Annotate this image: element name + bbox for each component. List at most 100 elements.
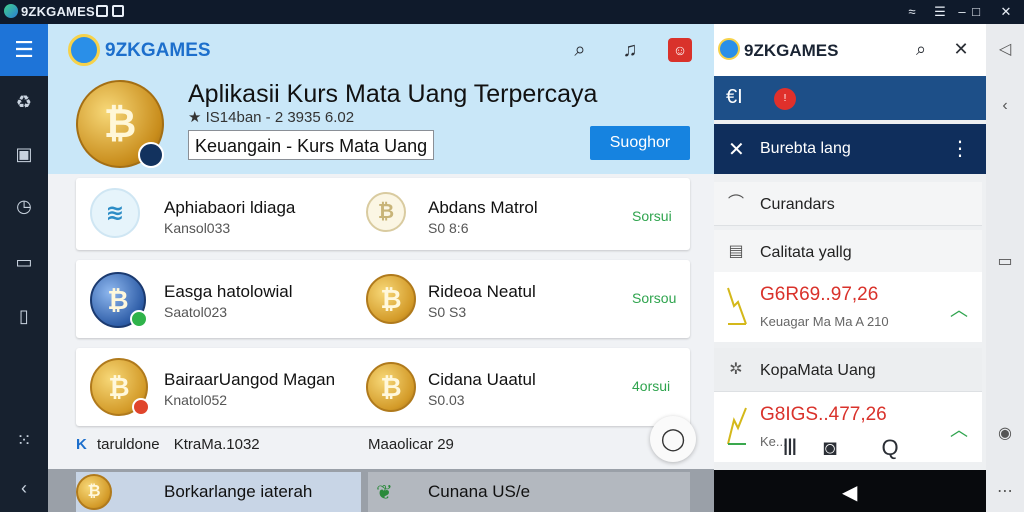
status-dot-icon [132,398,150,416]
soft-keys: Ⅲ ◙ Q [774,432,934,464]
dots-icon[interactable]: ⁙ [12,428,36,452]
row-label: Calitata yallg [760,244,852,261]
list-item[interactable]: ≋ Aphiabaori ldiaga Kansol033 ₿ Abdans M… [76,178,690,250]
item-sub: Knatol052 [164,392,228,408]
fish-icon: ≋ [90,188,140,238]
bottom-tab[interactable]: ❦ Cunana US/e [368,472,690,512]
rate-card[interactable]: G6R69..97,26 Keuagar Ma Ma A 210 ︿ [714,272,982,342]
left-rail: ☰ ♻ ▣ ◷ ▭ ▯ ⁙ ‹ [0,24,48,512]
brand-logo-icon [718,38,740,60]
document-icon[interactable]: ▣ [12,142,36,166]
item-title: Rideoa Neatul [428,282,536,301]
logo-icon [4,4,18,18]
loose-row: K taruldone KtraMa.1032 Maaolicar 29 [76,436,454,453]
rate-sub: Keuagar Ma Ma A 210 [760,314,889,329]
close-icon[interactable]: ✕ [996,2,1016,22]
lock-icon[interactable] [96,5,108,17]
app-coin-icon: ₿ [76,80,164,168]
list-item[interactable]: ₿ BairaarUangod Magan Knatol052 ₿ Cidana… [76,348,690,426]
close-icon[interactable]: ✕ [950,38,972,60]
item-sub: S0.03 [428,392,465,408]
bitcoin-icon: ₿ [366,362,416,412]
right-rail: ◁ ‹ ▭ ◉ ⋯ [986,24,1024,512]
bitcoin-icon: ₿ [76,474,112,510]
more-icon[interactable]: ⋮ [950,136,970,161]
row-label: KopaMata Uang [760,362,876,379]
brand-logo-icon [68,34,100,66]
nav-title: Burebta lang [760,140,851,157]
square-icon[interactable]: ▭ [12,250,36,274]
item-title: Abdans Matrol [428,198,538,217]
item-sub: S0 S3 [428,304,467,320]
app-badge-icon [138,142,164,168]
item-sub: S0 8:6 [428,220,469,236]
install-button[interactable]: Suoghor [590,126,690,160]
bottom-tab-label: Borkarlange iaterah [164,482,313,501]
app-header: 9ZKGAMES ⌕ ♫ ☺ ₿ Aplikasii Kurs Mata Uan… [48,24,714,174]
back-icon[interactable]: ◀ [842,480,857,505]
app-title: Aplikasii Kurs Mata Uang Terpercaya [188,80,598,108]
fab-button[interactable]: ◯ [650,416,696,462]
alert-badge[interactable]: ! [774,88,796,110]
menu-icon[interactable]: ☰ [0,24,48,76]
title-bar: 9ZKGAMES ≈ ☰ – □ ✕ [0,0,1024,24]
euro-icon: €I [726,86,743,108]
app-meta: ★ IS14ban - 2 3935 6.02 [188,109,355,126]
share-icon[interactable]: ‹ [12,476,36,500]
item-title: BairaarUangod Magan [164,370,336,389]
item-action[interactable]: Sorsui [632,208,672,224]
back-icon[interactable]: ‹ [995,96,1015,116]
chart-icon [726,286,748,326]
bottom-tab-label: Cunana US/e [428,482,531,501]
loose-b: KtraMa.1032 [173,436,260,453]
main-panel: 9ZKGAMES ⌕ ♫ ☺ ₿ Aplikasii Kurs Mata Uan… [48,24,714,512]
wrench-icon: ⌒ [727,195,744,212]
chevron-up-icon[interactable]: ︿ [950,416,968,442]
maximize-button[interactable]: □ [966,2,986,22]
clock-icon[interactable]: ◷ [12,194,36,218]
square-icon[interactable]: ▭ [995,252,1015,272]
item-action[interactable]: Sorsou [632,290,676,306]
assistant-icon[interactable]: ◙ [814,432,846,464]
rate-value: G6R69..97,26 [760,284,879,305]
item-title: Easga hatolowial [164,282,293,301]
recycle-icon[interactable]: ♻ [12,90,36,114]
item-title: Aphiabaori ldiaga [164,198,296,217]
item-sub: Saatol023 [164,304,228,320]
building-icon[interactable]: ▯ [12,304,36,328]
bell-icon[interactable]: ♫ [618,38,642,62]
row-label: Curandars [760,196,835,213]
loose-prefix: K [76,436,87,453]
mute-icon[interactable]: ◁ [995,40,1015,60]
list-item[interactable]: ▤ Calitata yallg [714,230,982,274]
blue-bar: €I ! [714,76,986,120]
item-action[interactable]: 4orsui [632,378,670,394]
list-item[interactable]: ⌒ Curandars [714,182,982,226]
profile-icon[interactable]: ☺ [668,38,692,62]
hamburger-icon[interactable]: ☰ [930,2,950,22]
recents-icon[interactable]: Ⅲ [774,432,806,464]
close-icon[interactable]: ✕ [728,137,745,162]
search-icon[interactable]: Q [874,432,906,464]
right-nav: ✕ Burebta lang ⋮ [714,124,986,174]
wallet-icon: ▤ [728,243,744,260]
bottom-tab[interactable]: ₿ Borkarlange iaterah [76,472,361,512]
search-icon[interactable]: ⌕ [910,38,932,60]
chevron-up-icon[interactable]: ︿ [950,296,968,322]
right-pane: 9ZKGAMES ⌕ ✕ €I ! ✕ Burebta lang ⋮ ⌒ Cur… [714,24,986,512]
wifi-icon[interactable]: ≈ [902,2,922,22]
item-sub: Kansol033 [164,220,231,236]
brand-name: 9ZKGAMES [105,40,211,61]
status-dot-icon [130,310,148,328]
chart-icon [726,406,748,446]
circle-icon[interactable]: ◉ [995,424,1015,444]
list-item[interactable]: ₿ Easga hatolowial Saatol023 ₿ Rideoa Ne… [76,260,690,338]
bitcoin-icon: ₿ [90,358,150,416]
right-brand: 9ZKGAMES [744,41,839,60]
bitcoin-blue-icon: ₿ [90,272,148,328]
app-category[interactable]: Keuangain - Kurs Mata Uang [188,130,435,160]
more-icon[interactable]: ⋯ [995,482,1015,502]
search-icon[interactable]: ⌕ [568,38,592,62]
bookmark-icon[interactable] [112,5,124,17]
list-item[interactable]: ✲ KopaMata Uang [714,348,982,392]
